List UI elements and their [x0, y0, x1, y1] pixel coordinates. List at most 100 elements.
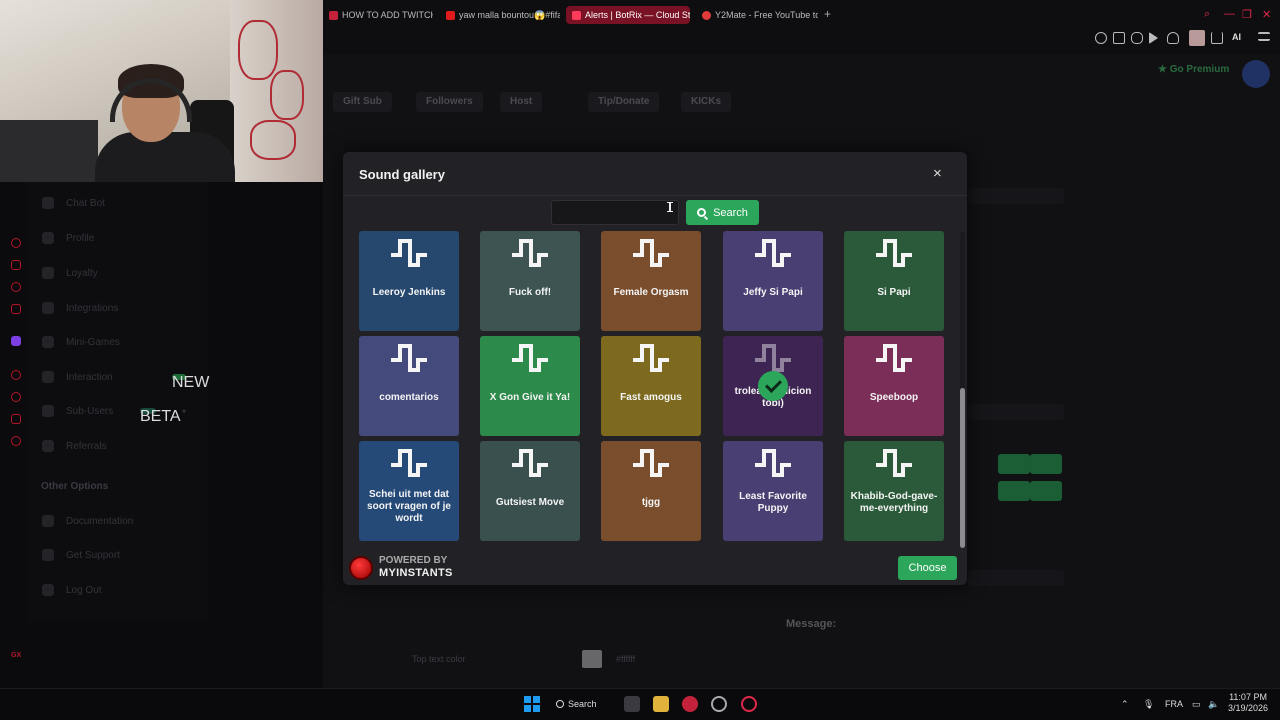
- bg-gallery-button: [1030, 481, 1062, 501]
- browser-tab[interactable]: yaw malla bountou😱#fifa: [440, 6, 560, 24]
- taskbar-clock[interactable]: 11:07 PM 3/19/2026: [1228, 692, 1268, 714]
- search-button[interactable]: Search: [686, 200, 759, 225]
- waveform-icon: [876, 344, 912, 372]
- opera-gx-icon[interactable]: [682, 696, 698, 712]
- chevron-down-icon[interactable]: ▾: [182, 407, 186, 416]
- support-icon: [42, 549, 54, 561]
- sidebar-item-get-support[interactable]: Get Support: [42, 549, 120, 561]
- search-tabs-icon[interactable]: ⌕: [1204, 8, 1210, 21]
- play-icon[interactable]: [1149, 32, 1158, 44]
- instagram-icon[interactable]: [11, 304, 21, 314]
- sound-label: Female Orgasm: [613, 287, 689, 298]
- alert-tab-host[interactable]: Host: [500, 92, 543, 112]
- waveform-icon: [391, 344, 427, 372]
- bg-upload-button: [998, 481, 1030, 501]
- file-explorer-icon[interactable]: [653, 696, 669, 712]
- sidebar-item-sub-users[interactable]: Sub-Users: [42, 405, 113, 417]
- bag-icon[interactable]: [11, 260, 21, 270]
- menu-icon[interactable]: [1258, 32, 1270, 41]
- alert-tab-followers[interactable]: Followers: [416, 92, 483, 112]
- display-icon[interactable]: ▭: [1192, 699, 1201, 710]
- task-view-icon[interactable]: [624, 696, 640, 712]
- sound-tile[interactable]: tjgg: [601, 441, 701, 541]
- windows-start-icon[interactable]: [524, 696, 540, 712]
- opera-icon[interactable]: [741, 696, 757, 712]
- browser-tab[interactable]: HOW TO ADD TWITCH/ KI: [323, 6, 433, 24]
- sound-tile[interactable]: Fuck off!: [480, 231, 580, 331]
- profile-avatar[interactable]: [1189, 30, 1205, 46]
- search-input[interactable]: [551, 200, 679, 225]
- sidebar-item-mini-games[interactable]: Mini-Games: [42, 336, 120, 348]
- sound-tile[interactable]: Fast amogus: [601, 336, 701, 436]
- tray-chevron-icon[interactable]: ⌃: [1121, 699, 1129, 710]
- sound-label: X Gon Give it Ya!: [489, 392, 571, 403]
- taskbar: [0, 688, 1280, 720]
- sidebar-item-profile[interactable]: Profile: [42, 232, 94, 244]
- browser-tab[interactable]: Y2Mate - Free YouTube to: [696, 6, 818, 24]
- sound-tile[interactable]: Khabib-God-gave-me-everything: [844, 441, 944, 541]
- sidebar-item-chat-bot[interactable]: Chat Bot: [42, 197, 105, 209]
- screenshot-icon[interactable]: [1113, 32, 1125, 44]
- sidebar-item-documentation[interactable]: Documentation: [42, 515, 133, 527]
- webcam-monitor: [0, 120, 98, 182]
- sound-tile[interactable]: Jeffy Si Papi: [723, 231, 823, 331]
- sound-tile[interactable]: Female Orgasm: [601, 231, 701, 331]
- microphone-icon[interactable]: 🎙: [1143, 699, 1154, 710]
- waveform-icon: [755, 239, 791, 267]
- close-window-icon[interactable]: ✕: [1262, 8, 1271, 21]
- sound-tile[interactable]: X Gon Give it Ya!: [480, 336, 580, 436]
- volume-icon[interactable]: 🔈: [1208, 699, 1219, 710]
- trophy-icon: [42, 267, 54, 279]
- color-swatch[interactable]: [582, 650, 602, 668]
- settings-icon[interactable]: [11, 436, 21, 446]
- myinstants-logo-icon: [349, 556, 373, 580]
- sidebar-item-log-out[interactable]: Log Out: [42, 584, 102, 596]
- new-tab-button[interactable]: +: [824, 7, 831, 21]
- clock-icon[interactable]: [11, 392, 21, 402]
- user-avatar[interactable]: [1242, 60, 1270, 88]
- sound-label: comentarios: [379, 392, 439, 403]
- ai-button[interactable]: AI: [1232, 32, 1241, 42]
- minimize-icon[interactable]: —: [1224, 8, 1235, 20]
- alert-tab-tip-donate[interactable]: Tip/Donate: [588, 92, 660, 112]
- sidebar-item-referrals[interactable]: Referrals: [42, 440, 107, 452]
- alert-tab-kicks[interactable]: KICKs: [681, 92, 732, 112]
- sound-tile[interactable]: Least Favorite Puppy: [723, 441, 823, 541]
- sound-tile[interactable]: comentarios: [359, 336, 459, 436]
- sound-tile[interactable]: Gutsiest Move: [480, 441, 580, 541]
- messenger-icon[interactable]: [11, 282, 21, 292]
- sidebar-item-integrations[interactable]: Integrations: [42, 302, 118, 314]
- search-icon: [556, 700, 564, 708]
- shield-icon[interactable]: [1131, 32, 1143, 44]
- sound-tile[interactable]: troleada edicion tobi): [723, 336, 823, 436]
- sound-grid: Leeroy Jenkins Fuck off! Female Orgasm Jeff…: [359, 231, 951, 545]
- scrollbar-thumb[interactable]: [960, 388, 965, 548]
- alert-tab-gift-sub[interactable]: Gift Sub: [333, 92, 392, 112]
- player-icon[interactable]: [11, 370, 21, 380]
- history-icon[interactable]: [11, 238, 21, 248]
- language-indicator[interactable]: FRA: [1165, 699, 1183, 709]
- waveform-icon: [512, 344, 548, 372]
- box-icon[interactable]: [11, 414, 21, 424]
- maximize-icon[interactable]: ❐: [1242, 8, 1252, 21]
- taskbar-search[interactable]: Search: [556, 694, 606, 714]
- waveform-icon: [391, 239, 427, 267]
- app-icon[interactable]: [711, 696, 727, 712]
- sidebar-item-interaction[interactable]: Interaction: [42, 371, 113, 383]
- go-premium-link[interactable]: ★ Go Premium: [1158, 64, 1229, 75]
- waveform-icon: [512, 239, 548, 267]
- sound-tile[interactable]: Schei uit met dat soort vragen of je wor…: [359, 441, 459, 541]
- sound-tile[interactable]: Si Papi: [844, 231, 944, 331]
- sound-tile[interactable]: Leeroy Jenkins: [359, 231, 459, 331]
- tab-favicon-icon: [329, 10, 338, 20]
- sidebar-item-loyalty[interactable]: Loyalty: [42, 267, 98, 279]
- pin-icon[interactable]: [1095, 32, 1107, 44]
- download-icon[interactable]: [1211, 32, 1223, 44]
- twitch-icon[interactable]: [11, 336, 21, 346]
- heart-icon[interactable]: [1167, 32, 1179, 44]
- sound-tile[interactable]: Speeboop: [844, 336, 944, 436]
- browser-tab-active[interactable]: Alerts | BotRix — Cloud St: [566, 6, 690, 24]
- close-icon[interactable]: ×: [933, 165, 942, 182]
- choose-button[interactable]: Choose: [898, 556, 957, 580]
- gx-icon[interactable]: GX: [11, 652, 21, 659]
